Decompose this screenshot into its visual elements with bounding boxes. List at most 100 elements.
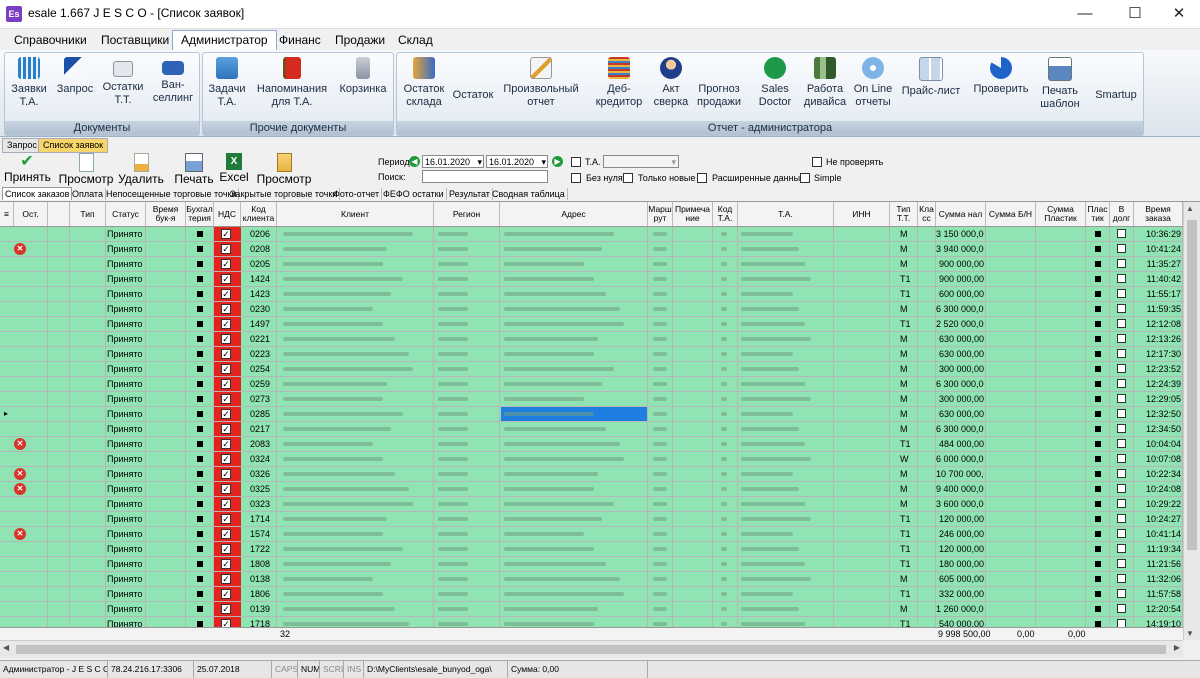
ribbon-ostatki-tt-button[interactable]: Остатки Т.Т.: [101, 57, 145, 107]
nds-checkbox[interactable]: ✓: [221, 364, 231, 374]
table-row[interactable]: Принято ✓ 0138 М 605 000,00 11:32:06: [0, 572, 1183, 587]
debt-checkbox[interactable]: [1117, 469, 1126, 478]
print-button[interactable]: Печать: [174, 153, 214, 186]
orders-grid[interactable]: ≡ Ост. Тип Статус Время бук-я Бухгал терия НДС…: [0, 202, 1183, 627]
horizontal-scrollbar[interactable]: ◀ ▶: [0, 640, 1183, 658]
nds-checkbox[interactable]: ✓: [221, 259, 231, 269]
view2-button[interactable]: Просмотр: [256, 153, 312, 186]
excel-button[interactable]: X Excel: [218, 153, 250, 184]
column-header[interactable]: Сумма Б/Н: [986, 202, 1036, 226]
subtab-unvisited[interactable]: Непосещенные торговые точки: [104, 188, 240, 200]
debt-checkbox[interactable]: [1117, 319, 1126, 328]
table-row[interactable]: ✕ Принято ✓ 2083 T1 484 000,00 10:04:04: [0, 437, 1183, 452]
table-row[interactable]: ✕Принято✓0326М10 700 000,0010:22:34: [0, 467, 1183, 482]
column-header[interactable]: Регион: [434, 202, 500, 226]
view-button[interactable]: Просмотр: [58, 153, 114, 186]
menu-spravochniki[interactable]: Справочники: [6, 31, 95, 50]
nds-checkbox[interactable]: ✓: [221, 229, 231, 239]
nds-checkbox[interactable]: ✓: [221, 484, 231, 494]
nds-checkbox[interactable]: ✓: [221, 499, 231, 509]
ribbon-pechat-shablon-button[interactable]: Печать шаблон: [1037, 57, 1083, 111]
column-header[interactable]: Клиент: [277, 202, 434, 226]
nds-checkbox[interactable]: ✓: [221, 454, 231, 464]
nds-checkbox[interactable]: ✓: [221, 319, 231, 329]
column-header[interactable]: Ост.: [14, 202, 48, 226]
table-row[interactable]: Принято ✓ 0323 М 3 600 000,00 10:29:22: [0, 497, 1183, 512]
ribbon-ostatok-sklada-button[interactable]: Остаток склада: [401, 57, 447, 109]
table-row[interactable]: Принято ✓ 0221 М 630 000,00 12:13:26: [0, 332, 1183, 347]
debt-checkbox[interactable]: [1117, 229, 1126, 238]
table-row[interactable]: Принято ✓ 0205 М 900 000,00 11:35:27: [0, 257, 1183, 272]
nds-checkbox[interactable]: ✓: [221, 439, 231, 449]
column-header[interactable]: В долг: [1110, 202, 1134, 226]
ribbon-smartup-button[interactable]: Smartup: [1093, 89, 1139, 102]
debt-checkbox[interactable]: [1117, 274, 1126, 283]
column-header[interactable]: Примеча ние: [673, 202, 713, 226]
debt-checkbox[interactable]: [1117, 439, 1126, 448]
doc-tab-spisok-zayavok[interactable]: Список заявок: [38, 138, 109, 153]
ribbon-vanselling-button[interactable]: Ван- селлинг: [151, 57, 195, 105]
nds-checkbox[interactable]: ✓: [221, 244, 231, 254]
column-header[interactable]: Плас тик: [1086, 202, 1110, 226]
column-header[interactable]: Время бук-я: [146, 202, 186, 226]
ribbon-prais-list-button[interactable]: Прайс-лист: [899, 57, 963, 98]
nds-checkbox[interactable]: ✓: [221, 604, 231, 614]
nds-checkbox[interactable]: ✓: [221, 409, 231, 419]
subtab-summary[interactable]: Сводная таблица: [490, 188, 568, 200]
zero-checkbox[interactable]: [571, 173, 581, 183]
debt-checkbox[interactable]: [1117, 454, 1126, 463]
hscroll-thumb[interactable]: [16, 645, 1166, 654]
debt-checkbox[interactable]: [1117, 379, 1126, 388]
minimize-button[interactable]: —: [1062, 0, 1108, 28]
nds-checkbox[interactable]: ✓: [221, 574, 231, 584]
date-to-input[interactable]: 16.01.2020 ▾: [486, 155, 548, 168]
column-header[interactable]: Тип: [70, 202, 106, 226]
accept-button[interactable]: ✔ Принять: [4, 153, 51, 184]
delete-button[interactable]: Удалить: [118, 153, 164, 186]
ribbon-sales-doctor-button[interactable]: Sales Doctor: [753, 57, 797, 109]
table-row[interactable]: ✕ Принято ✓ 0208 М 3 940 000,00 10:41:24: [0, 242, 1183, 257]
subtab-photo[interactable]: Фото-отчет: [331, 188, 383, 200]
table-row[interactable]: Принято ✓ 0230 М 6 300 000,00 11:59:35: [0, 302, 1183, 317]
column-header[interactable]: Сумма Пластик: [1036, 202, 1086, 226]
ribbon-ostatok-button[interactable]: Остаток: [451, 89, 495, 102]
new-only-checkbox[interactable]: [623, 173, 633, 183]
menu-sklad[interactable]: Склад: [390, 31, 441, 50]
ribbon-deb-kreditor-button[interactable]: Деб- кредитор: [591, 57, 647, 109]
table-row[interactable]: Принято ✓ 0259 М 6 300 000,00 12:24:39: [0, 377, 1183, 392]
debt-checkbox[interactable]: [1117, 484, 1126, 493]
table-row[interactable]: Принято ✓ 1718 T1 540 000,00 14:19:10: [0, 617, 1183, 627]
no-check-checkbox[interactable]: [812, 157, 822, 167]
next-period-icon[interactable]: ▶: [552, 156, 563, 167]
debt-checkbox[interactable]: [1117, 349, 1126, 358]
nds-checkbox[interactable]: ✓: [221, 514, 231, 524]
vertical-scrollbar[interactable]: ▲ ▼: [1183, 202, 1200, 640]
column-header[interactable]: Бухгал терия: [186, 202, 214, 226]
menu-administrator[interactable]: Администратор: [172, 30, 277, 50]
debt-checkbox[interactable]: [1117, 364, 1126, 373]
scroll-left-icon[interactable]: ◀: [3, 643, 9, 652]
subtab-result[interactable]: Результат: [447, 188, 493, 200]
ribbon-proverit-button[interactable]: Проверить: [971, 57, 1031, 96]
column-header[interactable]: Статус: [106, 202, 146, 226]
debt-checkbox[interactable]: [1117, 259, 1126, 268]
prev-period-icon[interactable]: ◀: [409, 156, 420, 167]
nds-checkbox[interactable]: ✓: [221, 304, 231, 314]
scroll-up-icon[interactable]: ▲: [1186, 204, 1194, 213]
table-row[interactable]: Принято ✓ 1423 T1 600 000,00 11:55:17: [0, 287, 1183, 302]
column-header[interactable]: Адрес: [500, 202, 648, 226]
table-row[interactable]: ▸ Принято ✓ 0285 М 630 000,00 12:32:50: [0, 407, 1183, 422]
column-header[interactable]: ИНН: [834, 202, 890, 226]
menu-prodazhi[interactable]: Продажи: [327, 31, 393, 50]
scroll-right-icon[interactable]: ▶: [1174, 643, 1180, 652]
ta-checkbox[interactable]: [571, 157, 581, 167]
ribbon-rabota-divaisa-button[interactable]: Работа дивайса: [803, 57, 847, 109]
debt-checkbox[interactable]: [1117, 244, 1126, 253]
nds-checkbox[interactable]: ✓: [221, 619, 231, 627]
nds-checkbox[interactable]: ✓: [221, 469, 231, 479]
simple-checkbox[interactable]: [800, 173, 810, 183]
subtab-fefo[interactable]: ФЕФО остатки: [381, 188, 447, 200]
ribbon-proizvolnyi-otchet-button[interactable]: Произвольный отчет: [501, 57, 581, 109]
ribbon-akt-sverka-button[interactable]: Акт сверка: [649, 57, 693, 109]
column-header[interactable]: Тип Т.Т.: [890, 202, 918, 226]
